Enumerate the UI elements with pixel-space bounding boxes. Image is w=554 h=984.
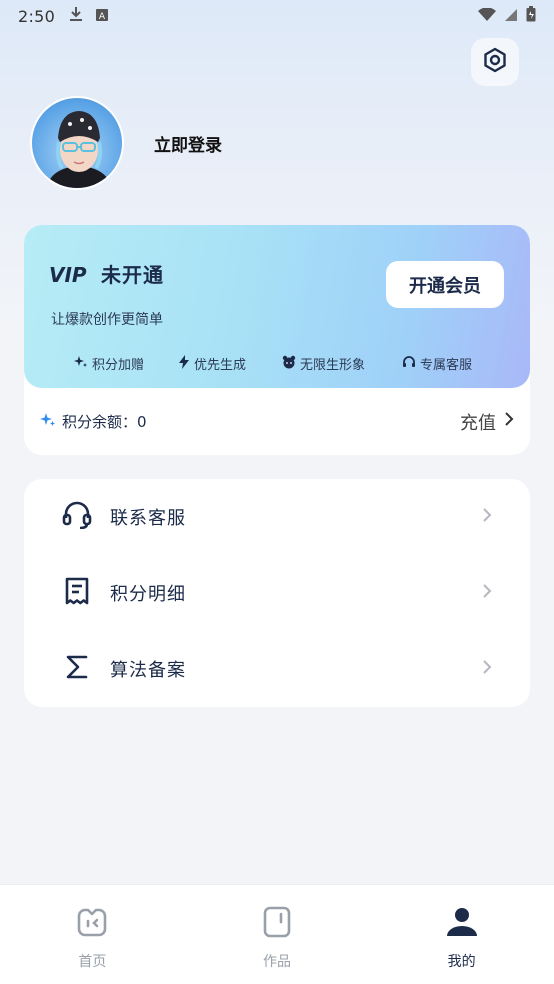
- vip-subtitle: 让爆款创作更简单: [51, 312, 163, 328]
- headset-icon: [62, 501, 92, 533]
- settings-hexagon-icon: [482, 47, 508, 77]
- svg-text:A: A: [99, 12, 106, 22]
- menu-item-points-detail[interactable]: 积分明细: [24, 555, 530, 631]
- tab-profile[interactable]: 我的: [369, 885, 554, 984]
- chevron-right-icon: [482, 507, 492, 527]
- vip-status: 未开通: [101, 263, 164, 287]
- recharge-button[interactable]: 充值: [460, 409, 514, 435]
- settings-button[interactable]: [471, 38, 519, 86]
- status-bar: 2:50 A: [0, 0, 554, 32]
- vip-banner: VIP 未开通 让爆款创作更简单 开通会员 积分加赠 优先生成 无限生形象 专属…: [24, 225, 530, 388]
- tab-label: 首页: [78, 954, 107, 970]
- vip-header: VIP 未开通: [49, 259, 164, 288]
- login-link[interactable]: 立即登录: [154, 131, 222, 156]
- tab-label: 我的: [447, 954, 476, 970]
- perk-item: 无限生形象: [282, 354, 402, 373]
- signal-icon: [504, 7, 518, 26]
- bear-icon: [282, 355, 296, 373]
- works-icon: [260, 905, 294, 943]
- tab-label: 作品: [263, 954, 291, 970]
- perk-item: 专属客服: [402, 354, 502, 373]
- status-time: 2:50: [18, 6, 56, 26]
- vip-card: VIP 未开通 让爆款创作更简单 开通会员 积分加赠 优先生成 无限生形象 专属…: [24, 225, 530, 455]
- chevron-right-icon: [482, 583, 492, 603]
- menu-card: 联系客服 积分明细 算法备案: [24, 479, 530, 707]
- wifi-icon: [478, 6, 496, 26]
- battery-icon: [526, 6, 536, 26]
- chevron-right-icon: [482, 659, 492, 679]
- avatar[interactable]: [30, 96, 124, 190]
- headset-icon: [402, 355, 416, 373]
- keyboard-a-icon: A: [95, 7, 109, 26]
- perk-item: 积分加赠: [74, 354, 178, 373]
- sparkle-icon: [40, 412, 56, 432]
- recharge-label: 充值: [460, 412, 496, 434]
- menu-item-contact-service[interactable]: 联系客服: [24, 479, 530, 555]
- chevron-right-icon: [504, 411, 514, 432]
- perk-item: 优先生成: [178, 354, 282, 373]
- bottom-tab-bar: 首页 作品 我的: [0, 884, 554, 984]
- vip-perks: 积分加赠 优先生成 无限生形象 专属客服: [74, 354, 502, 373]
- menu-item-label: 算法备案: [110, 660, 186, 681]
- menu-item-algorithm-filing[interactable]: 算法备案: [24, 631, 530, 707]
- tab-works[interactable]: 作品: [185, 885, 370, 984]
- home-icon: [75, 905, 109, 943]
- download-icon: [69, 6, 83, 26]
- tab-home[interactable]: 首页: [0, 885, 185, 984]
- sparkle-icon: [74, 355, 88, 373]
- receipt-icon: [62, 576, 92, 610]
- vip-logo: VIP: [49, 263, 87, 285]
- profile-icon: [445, 905, 479, 943]
- open-membership-button[interactable]: 开通会员: [386, 261, 504, 308]
- svg-text:VIP: VIP: [49, 263, 87, 285]
- points-balance-row: 积分余额：0 充值: [24, 388, 530, 455]
- points-balance: 积分余额：0: [62, 413, 147, 431]
- sigma-icon: [62, 652, 92, 686]
- menu-item-label: 积分明细: [110, 584, 186, 605]
- lightning-icon: [178, 354, 190, 373]
- menu-item-label: 联系客服: [110, 508, 186, 529]
